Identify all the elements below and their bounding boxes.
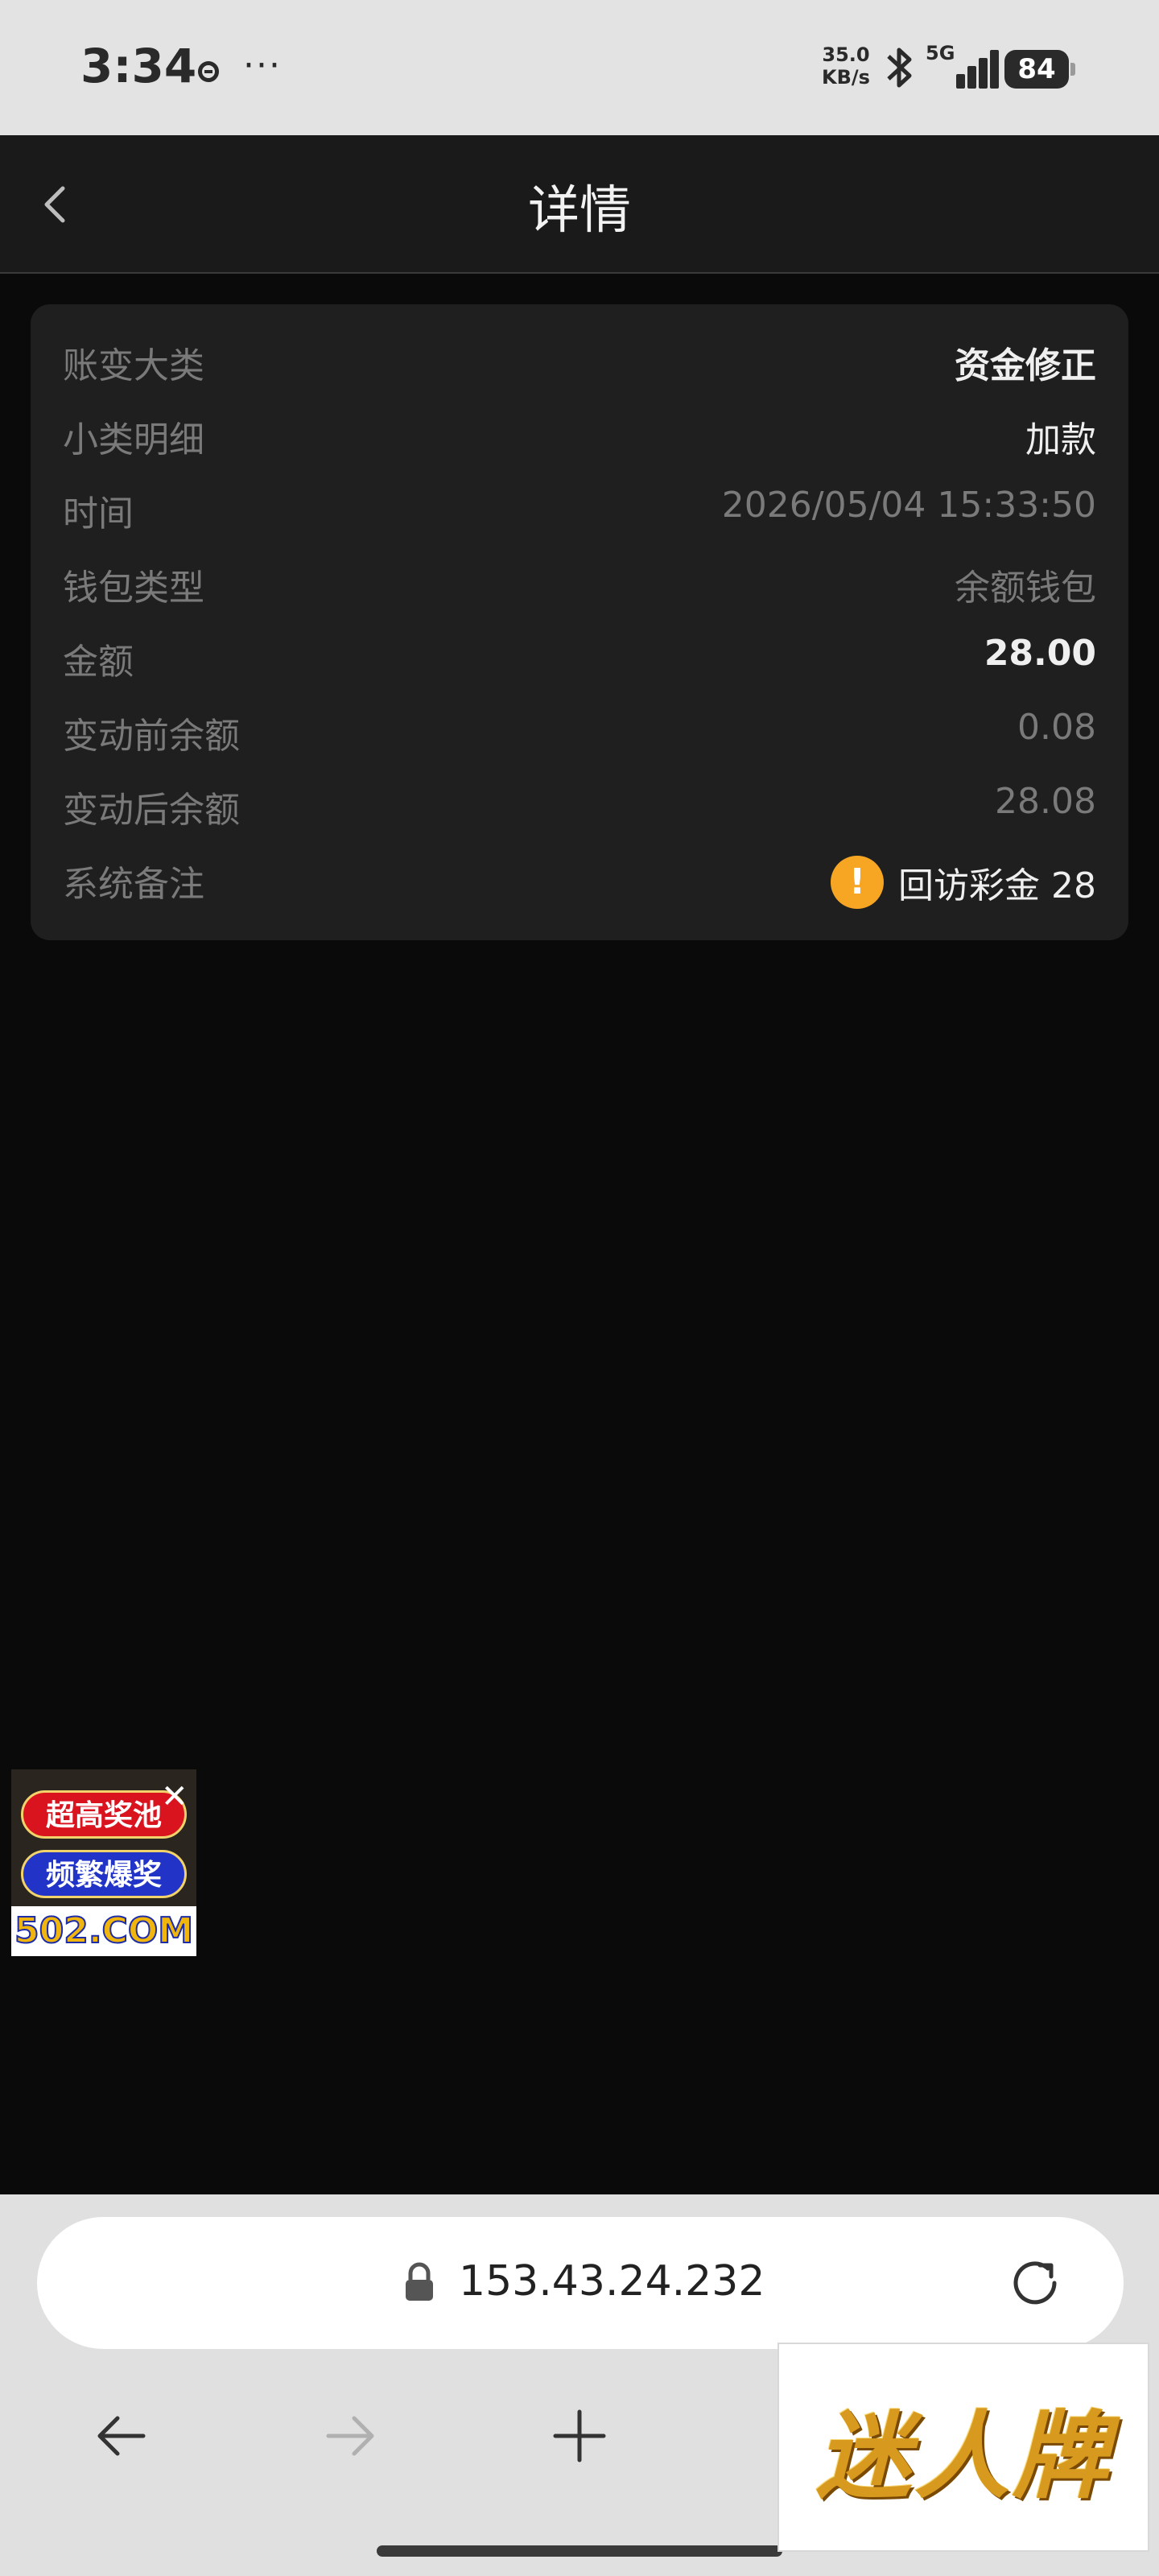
page-title: 详情 [528, 181, 631, 241]
detail-value: 加款 [1025, 419, 1096, 460]
network-speed-unit: KB/s [822, 66, 870, 89]
home-indicator[interactable] [377, 2545, 782, 2557]
detail-value: 28.00 [984, 633, 1096, 674]
signal-icon [926, 50, 999, 89]
address-bar[interactable]: 153.43.24.232 [37, 2217, 1124, 2349]
detail-label: 钱包类型 [63, 568, 204, 609]
detail-value: 28.08 [995, 781, 1096, 822]
detail-label: 时间 [63, 493, 134, 535]
bluetooth-icon [882, 45, 918, 101]
forward-arrow-icon[interactable] [311, 2396, 391, 2476]
battery-icon: 84 [1004, 50, 1075, 89]
detail-label: 小类明细 [63, 419, 204, 460]
detail-value: 0.08 [1017, 707, 1096, 748]
detail-row-amount: 金额 28.00 [63, 621, 1096, 686]
ad-domain: 502.COM [11, 1906, 196, 1956]
detail-value: 回访彩金 28 [898, 865, 1096, 906]
floating-ad[interactable]: 超高奖池 频繁爆奖 ✕ 502.COM [11, 1769, 196, 1956]
close-icon[interactable]: ✕ [161, 1781, 188, 1813]
reload-icon[interactable] [1004, 2252, 1066, 2314]
ad-line-frequent: 频繁爆奖 [21, 1850, 187, 1898]
detail-label: 系统备注 [63, 864, 204, 905]
detail-label: 账变大类 [63, 345, 204, 386]
lock-icon [402, 2262, 436, 2304]
more-notifications-icon: ··· [243, 45, 282, 86]
brand-logo: 迷人牌 [777, 2343, 1149, 2552]
detail-label: 变动前余额 [63, 716, 240, 757]
network-speed: 35.0 KB/s [818, 43, 874, 89]
detail-value: 余额钱包 [955, 568, 1096, 609]
system-note: ! 回访彩金 28 [831, 853, 1096, 911]
detail-row-category: 账变大类 资金修正 [63, 325, 1096, 390]
detail-value: 2026/05/04 15:33:50 [721, 485, 1096, 526]
detail-row-time: 时间 2026/05/04 15:33:50 [63, 473, 1096, 538]
network-speed-value: 35.0 [822, 43, 870, 66]
detail-row-wallet-type: 钱包类型 余额钱包 [63, 547, 1096, 612]
warning-icon[interactable]: ! [831, 856, 885, 909]
back-arrow-icon[interactable] [80, 2396, 161, 2476]
detail-row-balance-before: 变动前余额 0.08 [63, 696, 1096, 760]
detail-row-subcategory: 小类明细 加款 [63, 399, 1096, 464]
status-bar: 3:34 ··· 35.0 KB/s 5G 84 [0, 0, 1159, 135]
new-tab-icon[interactable] [539, 2396, 620, 2476]
detail-value: 资金修正 [955, 345, 1096, 386]
detail-label: 变动后余额 [63, 790, 240, 831]
brand-logo-text: 迷人牌 [815, 2400, 1111, 2512]
detail-card: 账变大类 资金修正 小类明细 加款 时间 2026/05/04 15:33:50… [31, 304, 1128, 940]
page-header: 详情 [0, 135, 1159, 274]
status-time: 3:34 [80, 39, 197, 93]
notification-icon [198, 61, 219, 82]
detail-row-system-note: 系统备注 ! 回访彩金 28 [63, 844, 1096, 921]
detail-row-balance-after: 变动后余额 28.08 [63, 770, 1096, 834]
url-text[interactable]: 153.43.24.232 [459, 2257, 765, 2306]
detail-label: 金额 [63, 642, 134, 683]
